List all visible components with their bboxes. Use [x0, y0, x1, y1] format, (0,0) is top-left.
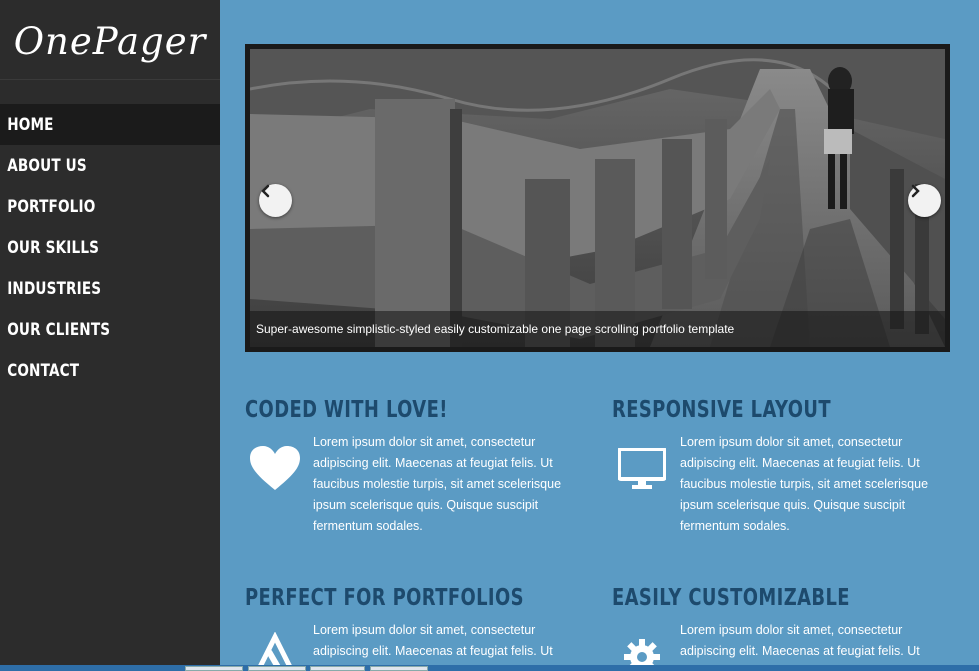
- taskbar-button[interactable]: [370, 666, 428, 671]
- chevron-right-icon: [911, 184, 920, 198]
- feature-title: Easily Customizable: [612, 585, 850, 611]
- feature-perfect-for-portfolios: Perfect for Portfolios Lorem ipsum dolor…: [245, 585, 585, 671]
- taskbar-button[interactable]: [310, 666, 365, 671]
- os-taskbar: [0, 665, 979, 671]
- main-nav: Home About Us Portfolio Our Skills Indus…: [0, 104, 220, 391]
- taskbar-button[interactable]: [185, 666, 243, 671]
- slide-image: Super-awesome simplistic-styled easily c…: [250, 49, 945, 347]
- feature-title: Perfect for Portfolios: [245, 585, 524, 611]
- nav-item-about-us[interactable]: About Us: [0, 145, 220, 186]
- feature-text: Lorem ipsum dolor sit amet, consectetur …: [313, 435, 562, 533]
- feature-text: Lorem ipsum dolor sit amet, consectetur …: [680, 623, 920, 658]
- feature-title: Coded with love!: [245, 397, 448, 423]
- chevron-left-icon: [261, 184, 270, 198]
- feature-coded-with-love: Coded with love! Lorem ipsum dolor sit a…: [245, 397, 585, 533]
- boardwalk-photo: [250, 49, 945, 347]
- image-slider: Super-awesome simplistic-styled easily c…: [245, 44, 950, 352]
- logo-container: OnePager: [0, 0, 220, 80]
- feature-text: Lorem ipsum dolor sit amet, consectetur …: [313, 623, 553, 658]
- slider-next-button[interactable]: [908, 184, 941, 217]
- nav-item-industries[interactable]: Industries: [0, 268, 220, 309]
- nav-item-portfolio[interactable]: Portfolio: [0, 186, 220, 227]
- slider-prev-button[interactable]: [259, 184, 292, 217]
- feature-easily-customizable: Easily Customizable Lorem ipsum dolor si…: [612, 585, 952, 671]
- nav-item-contact[interactable]: Contact: [0, 350, 220, 391]
- monitor-icon: [616, 443, 668, 495]
- sidebar: OnePager Home About Us Portfolio Our Ski…: [0, 0, 220, 671]
- taskbar-button[interactable]: [248, 666, 306, 671]
- logo[interactable]: OnePager: [14, 16, 207, 63]
- nav-item-our-clients[interactable]: Our Clients: [0, 309, 220, 350]
- heart-icon: [249, 443, 301, 495]
- nav-item-home[interactable]: Home: [0, 104, 220, 145]
- feature-title: Responsive Layout: [612, 397, 832, 423]
- nav-item-our-skills[interactable]: Our Skills: [0, 227, 220, 268]
- slide-caption: Super-awesome simplistic-styled easily c…: [250, 311, 945, 347]
- feature-responsive-layout: Responsive Layout Lorem ipsum dolor sit …: [612, 397, 952, 533]
- feature-text: Lorem ipsum dolor sit amet, consectetur …: [680, 435, 929, 533]
